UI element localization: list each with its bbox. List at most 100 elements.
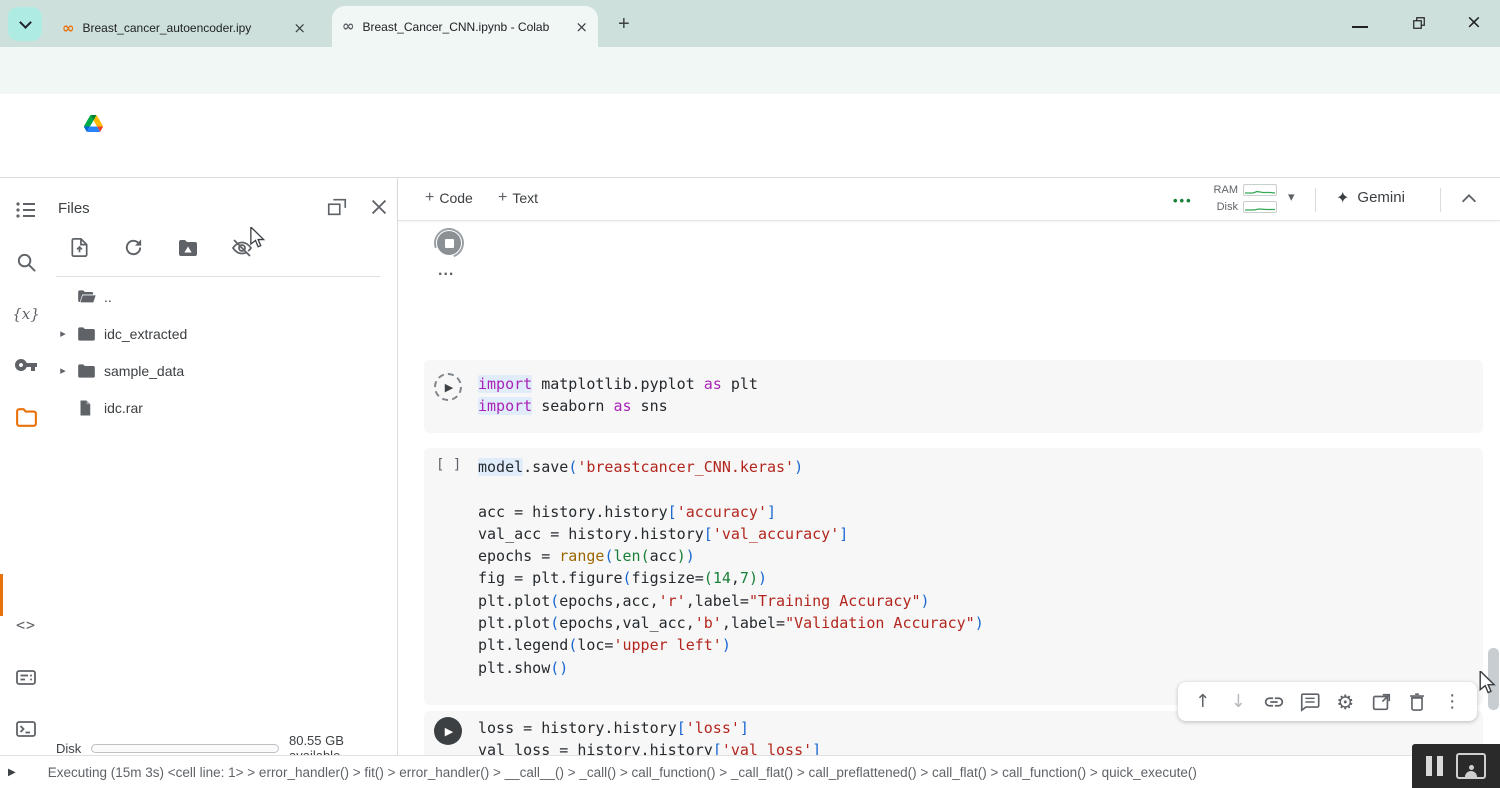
toolbar-separator (1315, 188, 1316, 212)
colab-favicon: ∞ (62, 21, 75, 36)
ram-sparkline (1243, 184, 1277, 196)
open-cell-in-tab-button[interactable] (1370, 691, 1392, 713)
mount-drive-button[interactable] (176, 236, 199, 259)
mount-drive-icon (176, 236, 200, 260)
refresh-files-button[interactable] (122, 236, 145, 259)
new-tab-button[interactable]: + (618, 13, 630, 36)
active-rail-indicator (0, 574, 3, 616)
close-panel-button[interactable] (368, 196, 390, 218)
mouse-cursor (248, 227, 268, 249)
plus-icon: + (425, 189, 434, 207)
divider (56, 276, 380, 277)
run-cell-button-queued[interactable]: ▶ (434, 373, 462, 401)
search-button[interactable] (13, 249, 39, 275)
browser-toolbar: colab.research.google.com/drive/1IOW9iRJ… (0, 47, 1500, 94)
cell-more-actions-button[interactable]: ⋮ (1441, 691, 1463, 713)
disk-label: Disk (56, 741, 81, 756)
add-text-button[interactable]: + Text (498, 189, 538, 207)
link-icon (1263, 691, 1285, 713)
window-restore-button[interactable] (1410, 14, 1428, 32)
upload-file-icon (68, 236, 91, 259)
delete-cell-button[interactable] (1406, 691, 1428, 713)
resources-button[interactable]: RAM Disk (1210, 183, 1277, 213)
search-icon (15, 251, 38, 274)
collapse-header-button[interactable] (1458, 188, 1480, 210)
secrets-button[interactable] (13, 352, 39, 378)
close-icon[interactable]: × (293, 19, 306, 37)
window-close-button[interactable]: × (1466, 11, 1482, 33)
file-icon (76, 398, 96, 418)
colab-header: Breast_Cancer_CNN.ipynb ☆ File Edit View… (0, 94, 1500, 178)
status-expander-button[interactable]: ▶ (8, 767, 16, 778)
command-palette-button[interactable] (13, 664, 39, 690)
left-icon-rail: {x} <> (0, 178, 50, 755)
webcam-thumbnail[interactable] (1456, 753, 1486, 779)
folder-icon (14, 405, 39, 430)
resources-dropdown-icon[interactable]: ▾ (1288, 190, 1295, 205)
tree-item-idc-extracted[interactable]: ▸ idc_extracted (50, 315, 390, 352)
tree-item-idc-rar[interactable]: idc.rar (50, 389, 390, 426)
tree-item-label: .. (104, 289, 112, 305)
command-palette-icon (14, 665, 38, 689)
plus-icon: + (498, 189, 507, 207)
screen-recorder-overlay (1412, 744, 1500, 788)
code-cell-plot-accuracy[interactable]: [ ] model.save('breastcancer_CNN.keras')… (424, 448, 1483, 705)
execution-status-text: Executing (15m 3s) <cell line: 1> > erro… (48, 765, 1197, 780)
execution-count-gutter: [ ] (436, 457, 461, 473)
disk-sparkline (1243, 201, 1277, 213)
background-execution-indicator: ••• (1173, 193, 1193, 208)
tree-item-sample-data[interactable]: ▸ sample_data (50, 352, 390, 389)
open-folder-icon (76, 287, 96, 307)
chevron-down-icon (19, 16, 32, 29)
browser-tab-autoencoder[interactable]: ∞ Breast_cancer_autoencoder.ipy × (52, 10, 316, 46)
code-snippets-button[interactable]: <> (13, 612, 39, 638)
run-cell-button[interactable]: ▶ (434, 717, 462, 745)
code-cell-imports[interactable]: ▶ import matplotlib.pyplot as pltimport … (424, 360, 1483, 433)
output-loading-ellipsis: ... (438, 262, 454, 280)
gemini-button[interactable]: ✦ Gemini (1336, 188, 1405, 207)
files-button-active[interactable] (13, 404, 39, 430)
upload-file-button[interactable] (68, 236, 91, 259)
terminal-icon (14, 717, 38, 741)
cell-toolbar: ↑ ↓ ⚙ ⋮ (1178, 682, 1477, 721)
disk-label: Disk (1210, 201, 1238, 213)
browser-tab-cnn-active[interactable]: ∞ Breast_Cancer_CNN.ipynb - Colab × (332, 6, 598, 47)
table-of-contents-button[interactable] (13, 197, 39, 223)
tab-search-button[interactable] (8, 7, 42, 41)
folder-icon (76, 324, 96, 344)
window-minimize-button[interactable] (1352, 10, 1368, 28)
open-in-tab-icon (1370, 691, 1392, 713)
gemini-star-icon: ✦ (1336, 188, 1349, 207)
close-icon (368, 196, 390, 218)
add-code-label: Code (439, 190, 472, 206)
code-editor[interactable]: import matplotlib.pyplot as pltimport se… (424, 360, 1483, 418)
tree-item-label: idc.rar (104, 400, 143, 416)
stop-execution-button[interactable] (434, 228, 464, 258)
terminal-button[interactable] (13, 716, 39, 742)
code-editor[interactable]: model.save('breastcancer_CNN.keras') acc… (424, 448, 1483, 679)
pause-recording-button[interactable] (1426, 756, 1443, 776)
add-code-button[interactable]: + Code (425, 189, 473, 207)
open-in-new-window-icon (326, 196, 348, 218)
expand-caret-icon[interactable]: ▸ (50, 327, 76, 340)
variables-button[interactable]: {x} (13, 301, 39, 327)
refresh-icon (122, 236, 145, 259)
add-text-label: Text (512, 190, 538, 206)
tab-title: Breast_cancer_autoencoder.ipy (83, 21, 286, 35)
gemini-label: Gemini (1357, 189, 1405, 206)
close-icon[interactable]: × (575, 18, 588, 36)
move-cell-up-button[interactable]: ↑ (1192, 691, 1214, 713)
cell-settings-button[interactable]: ⚙ (1334, 691, 1356, 713)
mouse-cursor (1477, 671, 1499, 695)
move-cell-down-button[interactable]: ↓ (1227, 691, 1249, 713)
notebook-area: + Code + Text ••• RAM Disk ▾ ✦ Gemini (398, 178, 1500, 755)
popout-panel-button[interactable] (326, 196, 348, 218)
toc-icon (14, 198, 38, 222)
key-icon (14, 353, 38, 377)
toolbar-separator (1440, 188, 1441, 212)
tree-item-parent-dir[interactable]: .. (50, 278, 390, 315)
expand-caret-icon[interactable]: ▸ (50, 364, 76, 377)
add-comment-button[interactable] (1299, 691, 1321, 713)
files-toolbar (68, 232, 253, 262)
copy-link-to-cell-button[interactable] (1263, 691, 1285, 713)
